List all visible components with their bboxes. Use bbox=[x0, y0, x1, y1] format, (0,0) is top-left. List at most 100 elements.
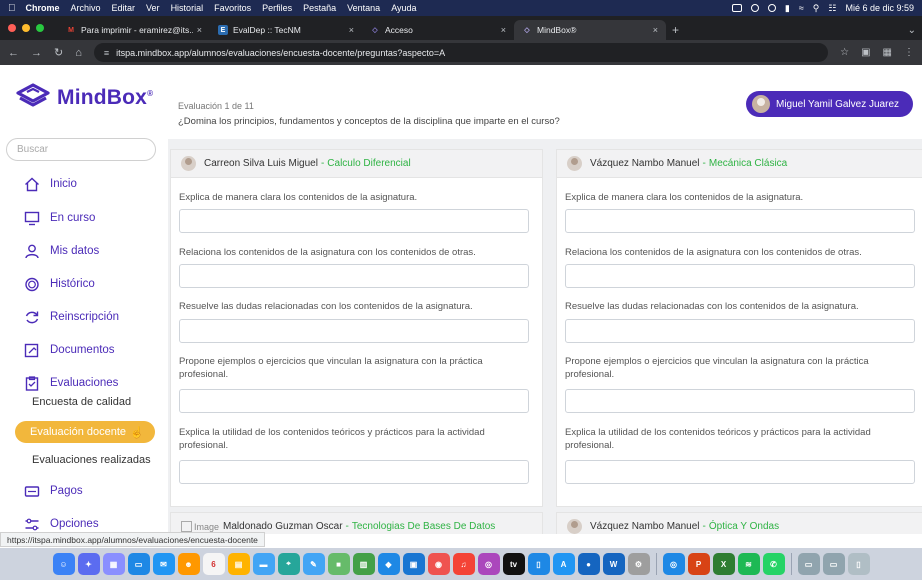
close-tab-icon[interactable]: × bbox=[501, 25, 506, 35]
word-icon[interactable]: W bbox=[602, 553, 625, 575]
sidebar-subitem-evaluacion-docente[interactable]: Evaluación docente ☝ bbox=[15, 421, 155, 443]
spotify-icon[interactable]: ≋ bbox=[737, 553, 760, 575]
answer-input[interactable] bbox=[179, 389, 529, 413]
answer-input[interactable] bbox=[179, 209, 529, 233]
subject-separator: - bbox=[702, 158, 706, 169]
numbers-icon[interactable]: ▥ bbox=[352, 553, 375, 575]
tv-icon[interactable]: tv bbox=[502, 553, 525, 575]
recent-window-icon[interactable]: ▭ bbox=[822, 553, 845, 575]
menu-editar[interactable]: Editar bbox=[112, 3, 136, 13]
forward-icon[interactable]: → bbox=[31, 47, 42, 59]
sidebar-subitem-encuesta-calidad[interactable]: Encuesta de calidad bbox=[12, 391, 162, 413]
menu-favoritos[interactable]: Favoritos bbox=[214, 3, 251, 13]
podcasts-icon[interactable]: ◎ bbox=[477, 553, 500, 575]
answer-input[interactable] bbox=[565, 264, 915, 288]
tab-search-icon[interactable]: ⌄ bbox=[908, 20, 922, 40]
sidebar-item-pagos[interactable]: Pagos bbox=[6, 478, 162, 504]
menu-archivo[interactable]: Archivo bbox=[71, 3, 101, 13]
close-tab-icon[interactable]: × bbox=[197, 25, 202, 35]
apps-icon[interactable]: ▦ bbox=[102, 553, 125, 575]
datetime[interactable]: Mié 6 de dic 9:59 bbox=[845, 3, 914, 13]
maps-icon[interactable]: ⌖ bbox=[277, 553, 300, 575]
answer-input[interactable] bbox=[565, 209, 915, 233]
reminders-icon[interactable]: ▬ bbox=[252, 553, 275, 575]
messages-icon[interactable]: ▭ bbox=[127, 553, 150, 575]
apple-icon[interactable]:  bbox=[8, 3, 16, 14]
new-tab-icon[interactable]: + bbox=[672, 20, 679, 40]
facetime-blue-icon[interactable]: ● bbox=[577, 553, 600, 575]
screen-icon[interactable] bbox=[731, 4, 742, 12]
sidepanel-icon[interactable]: ▣ bbox=[861, 47, 870, 58]
system-settings-icon[interactable]: ⚙ bbox=[627, 553, 650, 575]
sidebar-item-historico[interactable]: Histórico bbox=[6, 271, 162, 297]
sidebar-subitem-evaluaciones-realizadas[interactable]: Evaluaciones realizadas bbox=[12, 449, 162, 471]
tab-gmail[interactable]: M Para imprimir - eramirez@its... × bbox=[58, 20, 210, 40]
address-bar[interactable]: ≡ itspa.mindbox.app/alumnos/evaluaciones… bbox=[93, 43, 829, 62]
excel-icon[interactable]: X bbox=[712, 553, 735, 575]
tab-acceso[interactable]: ◇ Acceso × bbox=[362, 20, 514, 40]
site-info-icon[interactable]: ≡ bbox=[104, 48, 109, 58]
close-tab-icon[interactable]: × bbox=[653, 25, 658, 35]
sidebar-item-reinscripcion[interactable]: Reinscripción bbox=[6, 304, 162, 330]
bookmark-star-icon[interactable]: ☆ bbox=[840, 47, 849, 58]
back-icon[interactable]: ← bbox=[8, 47, 19, 59]
menu-ver[interactable]: Ver bbox=[146, 3, 160, 13]
pages-icon[interactable]: ▣ bbox=[402, 553, 425, 575]
music-icon[interactable]: ♫ bbox=[452, 553, 475, 575]
control-center-icon[interactable]: ☷ bbox=[828, 3, 836, 14]
downloads-icon[interactable]: ▭ bbox=[797, 553, 820, 575]
record-icon[interactable] bbox=[767, 4, 776, 12]
whatsapp-icon[interactable]: ✆ bbox=[762, 553, 785, 575]
books-icon[interactable]: ▯ bbox=[527, 553, 550, 575]
keynote-icon[interactable]: ◆ bbox=[377, 553, 400, 575]
powerpoint-icon[interactable]: P bbox=[687, 553, 710, 575]
search-input[interactable] bbox=[6, 138, 156, 161]
tab-mindbox[interactable]: ◇ MindBox® × bbox=[514, 20, 666, 40]
mail-icon[interactable]: ✉ bbox=[152, 553, 175, 575]
battery-icon[interactable]: ▮ bbox=[785, 3, 790, 14]
sidebar-item-documentos[interactable]: Documentos bbox=[6, 337, 162, 363]
answer-input[interactable] bbox=[179, 319, 529, 343]
extension-icon[interactable]: ▦ bbox=[883, 47, 892, 58]
facetime-icon[interactable]: ■ bbox=[327, 553, 350, 575]
notes-icon[interactable]: ▤ bbox=[227, 553, 250, 575]
appstore-icon[interactable]: A bbox=[552, 553, 575, 575]
news-icon[interactable]: ◉ bbox=[427, 553, 450, 575]
sidebar-item-inicio[interactable]: Inicio bbox=[6, 171, 162, 197]
close-tab-icon[interactable]: × bbox=[349, 25, 354, 35]
menu-ayuda[interactable]: Ayuda bbox=[391, 3, 416, 13]
menu-dots-icon[interactable]: ⋮ bbox=[904, 47, 914, 58]
calendar-icon[interactable]: 6 bbox=[202, 553, 225, 575]
focus-icon[interactable] bbox=[750, 4, 759, 12]
close-window-icon[interactable] bbox=[8, 24, 16, 32]
sidebar-item-en-curso[interactable]: En curso bbox=[6, 205, 162, 231]
user-menu-button[interactable]: Miguel Yamil Galvez Juarez bbox=[746, 91, 913, 117]
minimize-window-icon[interactable] bbox=[22, 24, 30, 32]
menu-pestana[interactable]: Pestaña bbox=[303, 3, 336, 13]
launchpad-icon[interactable]: ✦ bbox=[77, 553, 100, 575]
sidebar-item-mis-datos[interactable]: Mis datos bbox=[6, 238, 162, 264]
answer-input[interactable] bbox=[565, 460, 915, 484]
mindbox-logo[interactable]: MindBox® bbox=[16, 83, 153, 113]
answer-input[interactable] bbox=[565, 319, 915, 343]
menu-app[interactable]: Chrome bbox=[26, 3, 60, 13]
trash-icon[interactable]: ▯ bbox=[847, 553, 870, 575]
home-browser-icon[interactable]: ⌂ bbox=[75, 47, 82, 59]
tab-evaldep[interactable]: E EvalDep :: TecNM × bbox=[210, 20, 362, 40]
reload-icon[interactable]: ↻ bbox=[54, 46, 63, 59]
menu-perfiles[interactable]: Perfiles bbox=[262, 3, 292, 13]
answer-input[interactable] bbox=[179, 264, 529, 288]
freeform-icon[interactable]: ✎ bbox=[302, 553, 325, 575]
menu-historial[interactable]: Historial bbox=[171, 3, 204, 13]
contacts-icon[interactable]: ☻ bbox=[177, 553, 200, 575]
safari-icon[interactable]: ◎ bbox=[662, 553, 685, 575]
zoom-window-icon[interactable] bbox=[36, 24, 44, 32]
menu-ventana[interactable]: Ventana bbox=[347, 3, 380, 13]
answer-input[interactable] bbox=[179, 460, 529, 484]
finder-icon[interactable]: ☺ bbox=[52, 553, 75, 575]
sidebar-item-opciones[interactable]: Opciones bbox=[6, 511, 162, 534]
spotlight-icon[interactable]: ⚲ bbox=[813, 3, 820, 14]
answer-input[interactable] bbox=[565, 389, 915, 413]
wifi-icon[interactable]: ≈ bbox=[799, 3, 804, 13]
question-label: Explica la utilidad de los contenidos te… bbox=[179, 427, 485, 451]
